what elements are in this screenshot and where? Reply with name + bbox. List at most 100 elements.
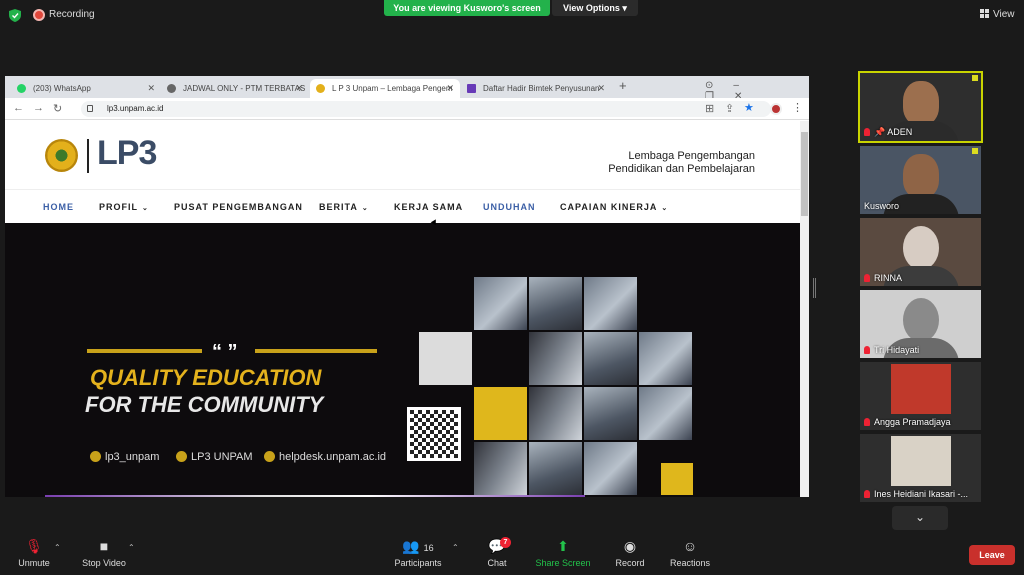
new-tab-icon[interactable]: + — [619, 78, 627, 93]
participant-tile[interactable]: Kusworo — [860, 146, 981, 214]
nav-profil[interactable]: PROFIL ⌄ — [99, 202, 149, 212]
nav-capaian-kinerja[interactable]: CAPAIAN KINERJA ⌄ — [560, 202, 668, 212]
nav-berita[interactable]: BERITA ⌄ — [319, 202, 369, 212]
reactions-button[interactable]: ☺ Reactions — [668, 538, 712, 568]
decor-line — [255, 349, 377, 353]
mic-muted-icon: 🎙 — [25, 538, 43, 554]
participant-video — [902, 226, 939, 270]
close-icon[interactable]: ✕ — [147, 79, 155, 98]
banner-gold-tile — [661, 463, 693, 495]
participant-name-text: Kusworo — [864, 201, 900, 211]
participant-name: 📌 ADEN — [864, 127, 912, 138]
stop-video-button[interactable]: ■ Stop Video — [78, 538, 130, 568]
participant-tile[interactable]: RINNA — [860, 218, 981, 286]
helpdesk-link[interactable]: helpdesk.unpam.ac.id — [264, 451, 386, 463]
close-icon[interactable]: ✕ — [295, 79, 303, 98]
youtube-icon — [176, 451, 187, 462]
recording-label: Recording — [49, 9, 95, 20]
share-icon[interactable]: ⇪ — [725, 102, 734, 115]
scrollbar-thumb[interactable] — [801, 132, 808, 216]
view-button[interactable]: View — [980, 9, 1015, 20]
nav-kerja-sama[interactable]: KERJA SAMA — [394, 202, 463, 212]
back-icon[interactable]: ← — [13, 102, 24, 114]
banner-headline-1: QUALITY EDUCATION — [90, 365, 322, 390]
record-button[interactable]: ◉ Record — [612, 538, 648, 568]
banner-photo-tile — [529, 387, 582, 440]
share-screen-icon: ⬆ — [557, 538, 569, 554]
viewing-banner: You are viewing Kusworo's screen — [384, 0, 550, 16]
shield-icon[interactable] — [9, 9, 21, 22]
participant-name-text: ADEN — [887, 127, 913, 137]
banner-white-tile — [419, 332, 472, 385]
panel-splitter[interactable] — [813, 278, 816, 298]
tagline-line-2: Pendidikan dan Pembelajaran — [608, 163, 755, 175]
browser-menu-icon[interactable]: ⋮ — [792, 101, 803, 114]
nav-label: BERITA — [319, 202, 358, 212]
reload-icon[interactable]: ↻ — [53, 102, 62, 115]
chevron-down-icon: ⌄ — [914, 510, 926, 524]
participant-tile[interactable]: 📌 ADEN — [858, 71, 983, 143]
banner-photo-tile — [529, 332, 582, 385]
site-nav-menu: HOME PROFIL ⌄ PUSAT PENGEMBANGAN BERITA ⌄ … — [5, 189, 800, 223]
toolbar-label: Share Screen — [535, 558, 591, 568]
profile-avatar[interactable] — [770, 103, 782, 115]
lock-icon[interactable] — [87, 105, 93, 112]
participant-tile[interactable]: Angga Pramadjaya — [860, 362, 981, 430]
toolbar-label: Chat — [487, 558, 507, 568]
lp3-favicon-icon — [316, 84, 325, 93]
nav-label: KERJA SAMA — [394, 202, 464, 212]
social-label: LP3 UNPAM — [191, 451, 253, 463]
shared-screen: (203) WhatsApp ✕ JADWAL ONLY - PTM TERBA… — [5, 76, 809, 497]
translate-icon[interactable]: ⊞ — [705, 102, 714, 115]
slider-progress — [45, 495, 585, 497]
participant-name-text: Angga Pramadjaya — [874, 417, 951, 427]
forward-icon[interactable]: → — [33, 102, 44, 114]
share-screen-button[interactable]: ⬆ Share Screen — [533, 538, 593, 568]
nav-unduhan[interactable]: UNDUHAN — [483, 202, 536, 212]
chevron-up-icon: ⌃ — [54, 543, 61, 552]
youtube-handle[interactable]: LP3 UNPAM — [176, 451, 253, 463]
participant-name-text: Tri Hidayati — [874, 345, 920, 355]
muted-mic-icon — [864, 274, 870, 282]
grid-icon — [980, 9, 989, 18]
participant-tile[interactable]: Tri Hidayati — [860, 290, 981, 358]
scroll-down-button[interactable]: ⌄ — [892, 506, 948, 530]
site-logo[interactable]: LP3 — [97, 134, 157, 173]
participants-button[interactable]: 👥 16 Participants — [392, 538, 444, 568]
instagram-handle[interactable]: lp3_unpam — [90, 451, 159, 463]
browser-tab-daftar-hadir[interactable]: Daftar Hadir Bimtek Penyusunan ✕ — [461, 79, 611, 98]
unpam-emblem-icon[interactable] — [45, 139, 78, 172]
nav-label: PUSAT PENGEMBANGAN — [174, 202, 303, 212]
banner-photo-tile — [584, 387, 637, 440]
unmute-button[interactable]: 🎙 Unmute — [14, 538, 54, 568]
browser-tab-whatsapp[interactable]: (203) WhatsApp ✕ — [11, 79, 161, 98]
view-label: View — [993, 9, 1015, 20]
leave-button[interactable]: Leave — [969, 545, 1015, 565]
browser-tab-jadwal[interactable]: JADWAL ONLY - PTM TERBATAS ✕ — [161, 79, 309, 98]
url-field[interactable]: lp3.unpam.ac.id — [81, 101, 771, 117]
chevron-up-icon: ⌃ — [128, 543, 135, 552]
video-camera-icon: ■ — [99, 538, 109, 554]
chevron-down-icon: ⌄ — [361, 205, 369, 212]
expand-icon[interactable] — [972, 75, 978, 81]
close-icon[interactable]: ✕ — [446, 79, 454, 98]
view-options-button[interactable]: View Options ▾ — [552, 0, 638, 16]
participant-tile[interactable]: Ines Heidiani Ikasari -... — [860, 434, 981, 502]
browser-tab-bar: (203) WhatsApp ✕ JADWAL ONLY - PTM TERBA… — [5, 76, 809, 102]
muted-mic-icon — [864, 128, 870, 136]
toolbar-label: Participants — [394, 558, 442, 568]
hero-banner[interactable]: “ ” QUALITY EDUCATION FOR THE COMMUNITY … — [5, 223, 800, 497]
banner-gold-tile — [474, 387, 527, 440]
whatsapp-icon — [17, 84, 26, 93]
minimize-icon[interactable]: – — [733, 80, 739, 91]
browser-tab-lp3[interactable]: L P 3 Unpam – Lembaga Pengem ✕ — [310, 79, 460, 98]
bookmark-star-icon[interactable]: ★ — [744, 101, 754, 114]
nav-home[interactable]: HOME — [43, 202, 74, 212]
nav-pusat-pengembangan[interactable]: PUSAT PENGEMBANGAN — [174, 202, 303, 212]
tab-search-icon[interactable]: ⊙ — [705, 80, 713, 91]
close-icon[interactable]: ✕ — [597, 79, 605, 98]
expand-icon[interactable] — [972, 148, 978, 154]
banner-photo-tile — [584, 332, 637, 385]
tab-label: Daftar Hadir Bimtek Penyusunan — [483, 84, 600, 93]
banner-photo-tile — [639, 387, 692, 440]
